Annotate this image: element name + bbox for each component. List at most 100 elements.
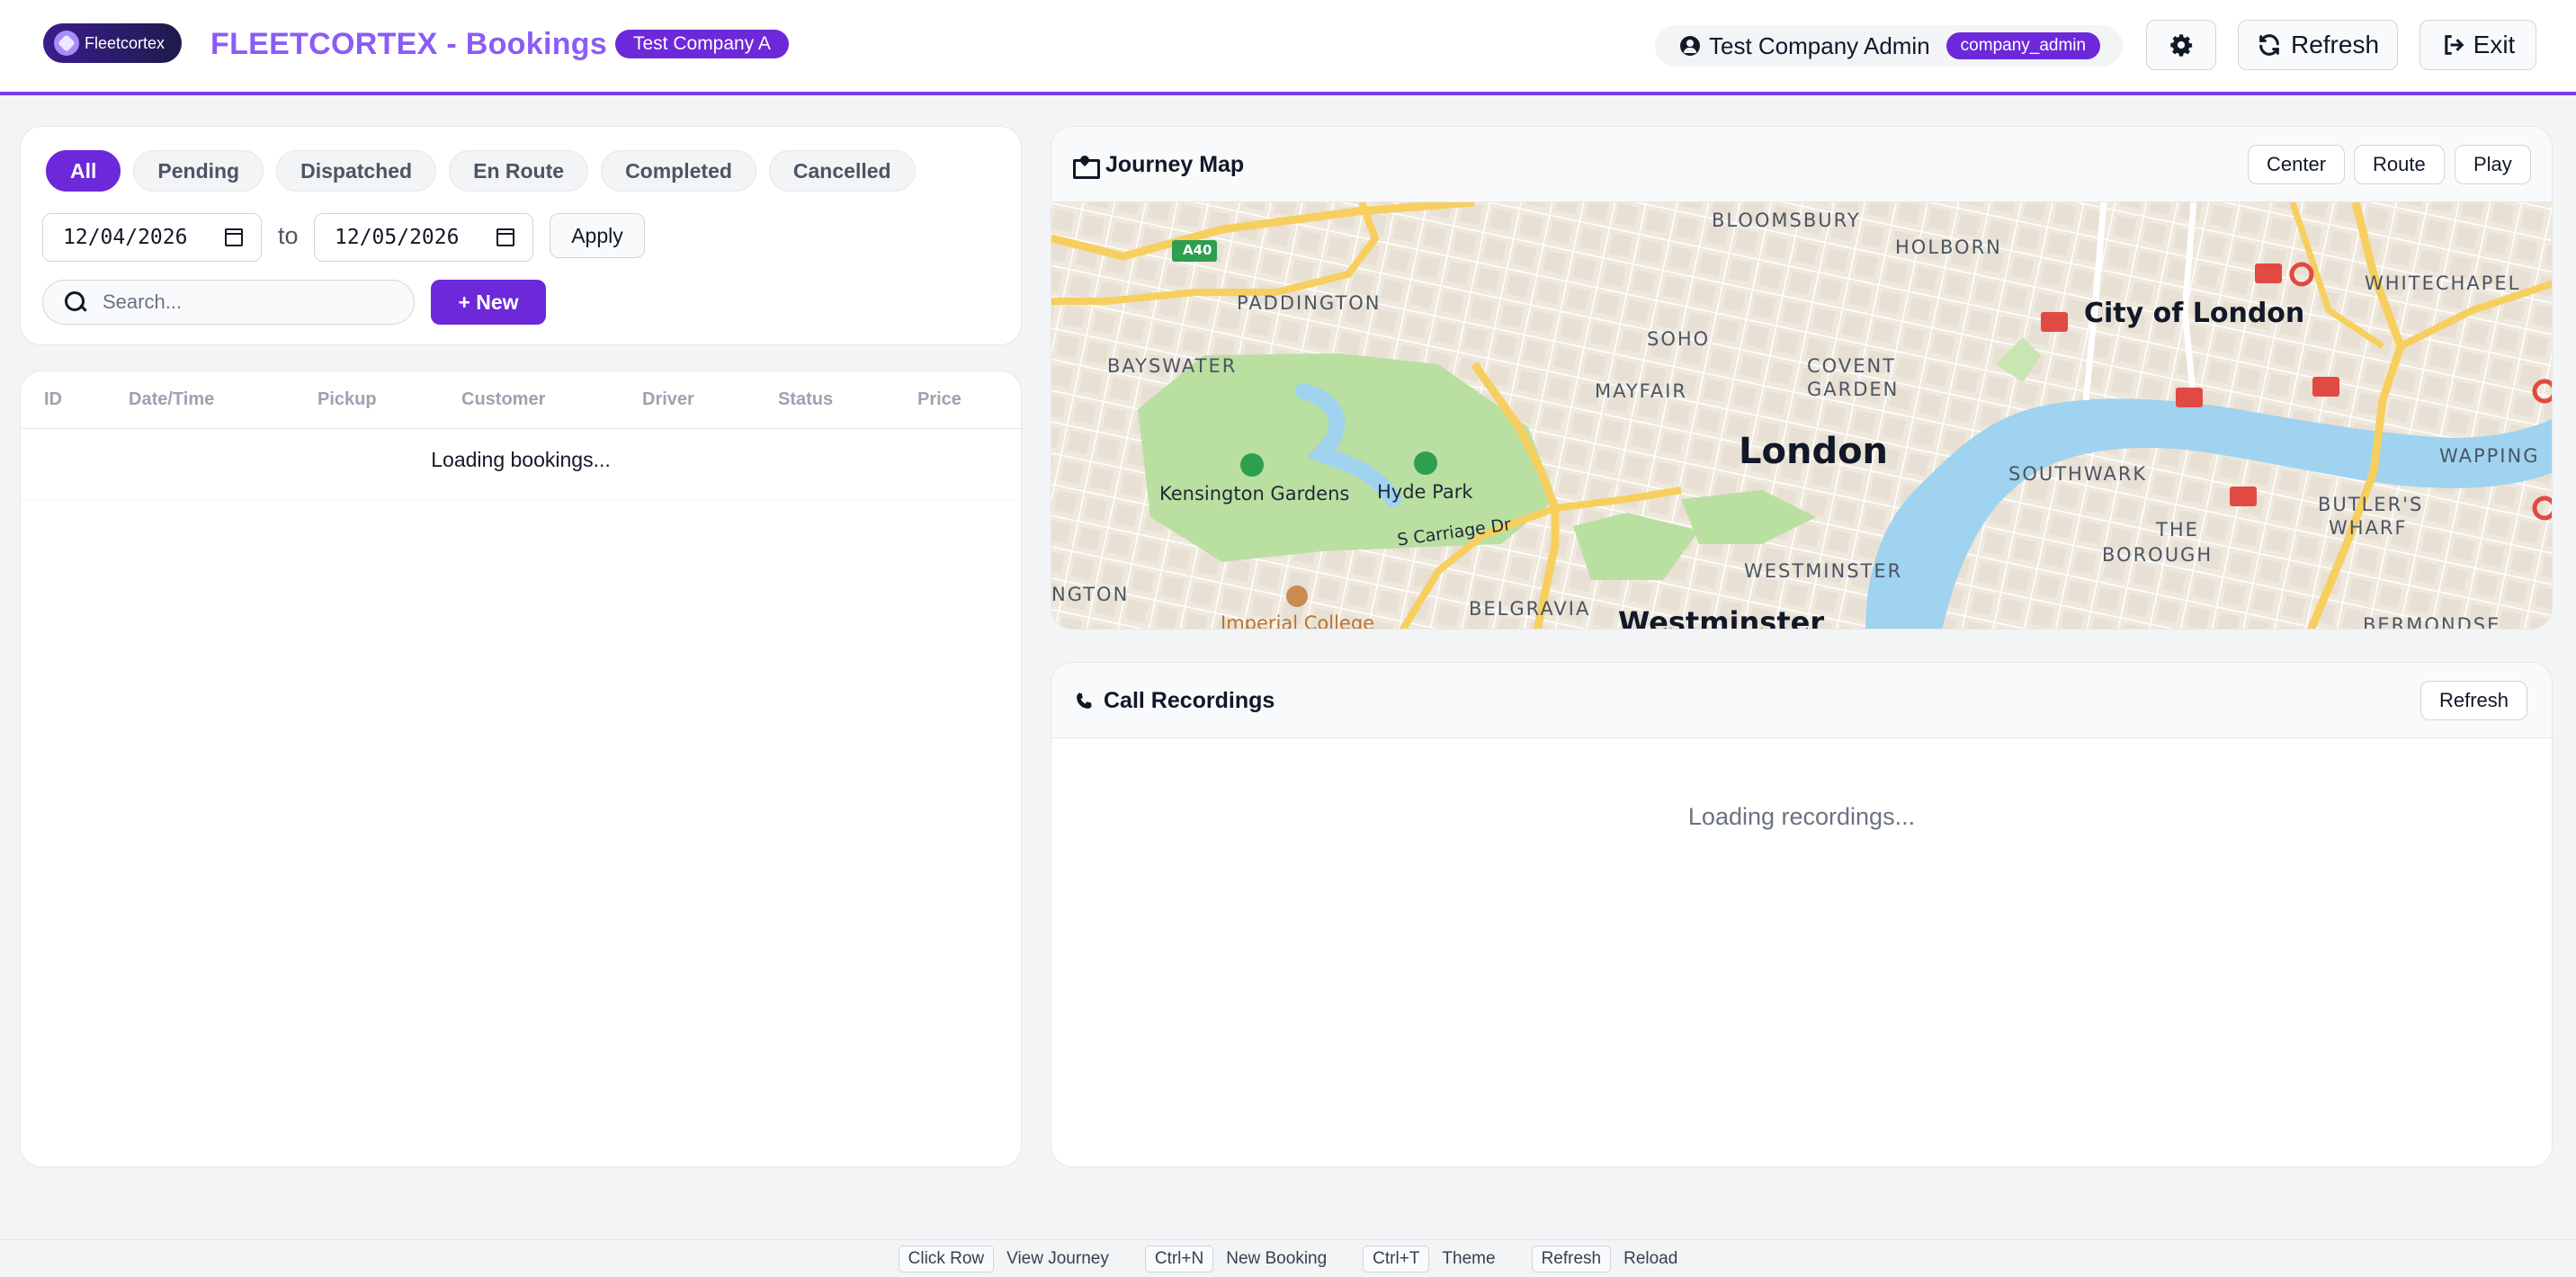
center-button[interactable]: Center bbox=[2248, 145, 2346, 184]
map-label-a40: A40 bbox=[1183, 242, 1212, 258]
map-label-wapping: WAPPING bbox=[2439, 445, 2540, 467]
header-refresh-button[interactable]: Refresh bbox=[2238, 20, 2398, 70]
map-label-covent: COVENT bbox=[1807, 355, 1896, 377]
call-recordings-header: Call Recordings Refresh bbox=[1051, 663, 2552, 738]
user-circle-icon bbox=[1680, 36, 1700, 56]
column-header-pickup[interactable]: Pickup bbox=[318, 389, 377, 410]
exit-icon bbox=[2444, 35, 2464, 55]
shortcut-desc-view-journey: View Journey bbox=[1006, 1248, 1109, 1268]
map-icon bbox=[1073, 156, 1100, 179]
column-header-id[interactable]: ID bbox=[44, 389, 62, 410]
shortcut-key-ctrl-n: Ctrl+N bbox=[1144, 1245, 1214, 1273]
app-header: Fleetcortex FLEETCORTEX - Bookings Test … bbox=[0, 0, 2576, 95]
map-label-hyde-park: Hyde Park bbox=[1377, 481, 1473, 503]
map-label-the: THE bbox=[2156, 519, 2199, 540]
tab-en-route[interactable]: En Route bbox=[449, 150, 589, 192]
theme-toggle-button[interactable] bbox=[2146, 20, 2216, 70]
map-label-wharf: WHARF bbox=[2329, 517, 2408, 539]
user-name: Test Company Admin bbox=[1709, 31, 1930, 59]
apply-button[interactable]: Apply bbox=[550, 213, 645, 258]
map-label-whitechapel: WHITECHAPEL bbox=[2365, 272, 2521, 294]
search-icon bbox=[65, 291, 86, 313]
column-header-datetime[interactable]: Date/Time bbox=[129, 389, 214, 410]
map-label-kensington-gardens: Kensington Gardens bbox=[1159, 483, 1350, 505]
call-recordings-title: Call Recordings bbox=[1073, 688, 1275, 714]
map-label-southwark: SOUTHWARK bbox=[2008, 463, 2148, 485]
shortcut-desc-theme: Theme bbox=[1442, 1248, 1496, 1268]
calendar-icon[interactable] bbox=[496, 228, 514, 246]
map-label-holborn: HOLBORN bbox=[1895, 237, 2002, 258]
map-label-london: London bbox=[1739, 431, 1889, 472]
exit-label: Exit bbox=[2473, 31, 2516, 58]
role-badge: company_admin bbox=[1945, 32, 2101, 59]
calendar-icon[interactable] bbox=[225, 228, 243, 246]
gear-icon bbox=[2170, 34, 2193, 57]
map-label-belgravia: BELGRAVIA bbox=[1469, 598, 1591, 620]
keyboard-shortcuts-bar: Click Row View Journey Ctrl+N New Bookin… bbox=[0, 1239, 2576, 1277]
map-label-bloomsbury: BLOOMSBURY bbox=[1712, 210, 1861, 231]
map-label-butlers: BUTLER'S bbox=[2318, 494, 2424, 515]
date-to-value: 12/05/2026 bbox=[335, 226, 460, 249]
shortcut-key-ctrl-t: Ctrl+T bbox=[1363, 1245, 1430, 1273]
map-label-bayswater: BAYSWATER bbox=[1107, 355, 1238, 377]
journey-map-title: Journey Map bbox=[1073, 152, 1245, 179]
header-refresh-label: Refresh bbox=[2290, 31, 2380, 58]
date-from-input[interactable]: 12/04/2026 bbox=[42, 213, 262, 262]
map-label-paddington: PADDINGTON bbox=[1237, 292, 1382, 314]
map-label-imperial-college: Imperial College bbox=[1221, 612, 1375, 630]
shortcut-desc-new-booking: New Booking bbox=[1226, 1248, 1328, 1268]
logo-text: Fleetcortex bbox=[85, 33, 165, 52]
table-header: ID Date/Time Pickup Customer Driver Stat… bbox=[21, 371, 1021, 429]
date-range-separator: to bbox=[278, 222, 299, 249]
bookings-table: ID Date/Time Pickup Customer Driver Stat… bbox=[20, 371, 1022, 1167]
journey-map-header: Journey Map Center Route Play bbox=[1051, 127, 2552, 202]
tab-all[interactable]: All bbox=[46, 150, 121, 192]
route-button[interactable]: Route bbox=[2354, 145, 2445, 184]
column-header-status[interactable]: Status bbox=[778, 389, 833, 410]
map-label-borough: BOROUGH bbox=[2102, 544, 2214, 566]
tab-dispatched[interactable]: Dispatched bbox=[276, 150, 437, 192]
new-booking-label: New bbox=[476, 290, 519, 314]
page-title: FLEETCORTEX - Bookings bbox=[210, 27, 608, 61]
shortcut-key-click-row: Click Row bbox=[898, 1245, 995, 1273]
map-label-kensington: NGTON bbox=[1051, 584, 1130, 605]
recordings-refresh-button[interactable]: Refresh bbox=[2420, 681, 2528, 720]
date-to-input[interactable]: 12/05/2026 bbox=[314, 213, 533, 262]
exit-button[interactable]: Exit bbox=[2419, 20, 2536, 70]
map-label-garden: GARDEN bbox=[1807, 379, 1900, 400]
call-recordings-title-text: Call Recordings bbox=[1104, 688, 1275, 713]
status-tabs: All Pending Dispatched En Route Complete… bbox=[46, 150, 916, 192]
column-header-driver[interactable]: Driver bbox=[642, 389, 694, 410]
journey-map-title-text: Journey Map bbox=[1105, 152, 1245, 177]
new-booking-button[interactable]: + New bbox=[431, 280, 546, 325]
refresh-icon bbox=[2259, 34, 2279, 56]
shortcut-key-refresh: Refresh bbox=[1531, 1245, 1612, 1273]
plus-icon: + bbox=[458, 290, 470, 314]
tab-pending[interactable]: Pending bbox=[133, 150, 264, 192]
user-info: Test Company Admin company_admin bbox=[1655, 25, 2123, 67]
column-header-customer[interactable]: Customer bbox=[461, 389, 545, 410]
fleetcortex-logo[interactable]: Fleetcortex bbox=[43, 23, 182, 63]
tab-cancelled[interactable]: Cancelled bbox=[768, 150, 916, 192]
recordings-loading-message: Loading recordings... bbox=[1687, 803, 1916, 830]
journey-map-panel: Journey Map Center Route Play A40 BLOOMS… bbox=[1051, 126, 2553, 630]
search-input[interactable]: Search... bbox=[42, 280, 415, 325]
search-placeholder: Search... bbox=[103, 290, 183, 313]
shortcut-desc-reload: Reload bbox=[1623, 1248, 1678, 1268]
column-header-price[interactable]: Price bbox=[917, 389, 962, 410]
map-canvas[interactable]: A40 BLOOMSBURY HOLBORN WHITECHAPEL PADDI… bbox=[1051, 202, 2552, 630]
bookings-loading-message: Loading bookings... bbox=[21, 429, 1021, 501]
map-label-westminster-district: WESTMINSTER bbox=[1744, 560, 1903, 582]
phone-icon bbox=[1077, 692, 1092, 709]
filter-panel: All Pending Dispatched En Route Complete… bbox=[20, 126, 1022, 345]
map-label-bermondsey: BERMONDSE bbox=[2363, 614, 2501, 630]
map-label-soho: SOHO bbox=[1647, 328, 1711, 350]
company-badge: Test Company A bbox=[615, 30, 789, 58]
map-label-westminster: Westminster bbox=[1618, 605, 1825, 630]
date-from-value: 12/04/2026 bbox=[63, 226, 188, 249]
tab-completed[interactable]: Completed bbox=[601, 150, 756, 192]
logo-icon bbox=[54, 31, 79, 56]
play-button[interactable]: Play bbox=[2455, 145, 2531, 184]
map-label-city-of-london: City of London bbox=[2084, 298, 2305, 329]
map-label-mayfair: MAYFAIR bbox=[1595, 380, 1687, 402]
